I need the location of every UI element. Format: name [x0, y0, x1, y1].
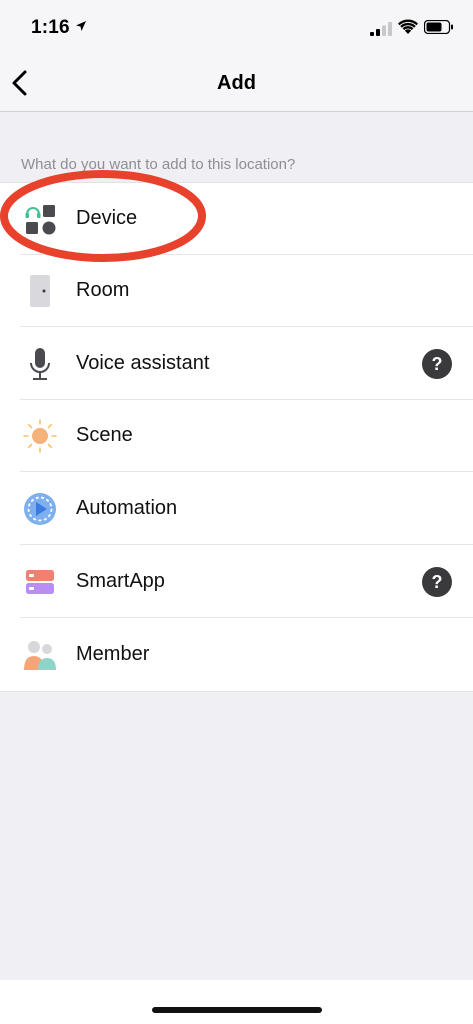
wifi-icon [398, 19, 418, 34]
list-item-label: Room [76, 279, 130, 301]
device-icon [25, 205, 56, 235]
list-item-label: Member [76, 643, 150, 665]
automation-play-icon [24, 493, 56, 525]
divider [20, 544, 473, 545]
list-item-automation[interactable]: Automation [0, 473, 473, 545]
status-time: 1:16 [31, 17, 70, 38]
list-item-label: Scene [76, 424, 133, 446]
smartapp-icon [26, 570, 54, 594]
list-item-label: SmartApp [76, 570, 165, 592]
battery-icon [424, 20, 453, 34]
help-icon[interactable]: ? [422, 349, 452, 379]
help-icon[interactable]: ? [422, 567, 452, 597]
members-icon [24, 641, 56, 670]
microphone-icon [30, 348, 50, 380]
location-arrow-icon [76, 21, 86, 31]
list-item-smartapp[interactable]: SmartApp ? [0, 546, 473, 618]
room-door-icon [30, 275, 50, 307]
page-title: Add [217, 72, 256, 94]
add-options-list: Device Room Voice assistant ? Scene Auto… [0, 182, 473, 692]
list-item-label: Device [76, 207, 138, 229]
divider [20, 326, 473, 327]
list-item-member[interactable]: Member [0, 619, 473, 691]
divider [20, 471, 473, 472]
section-header: What do you want to add to this location… [21, 156, 296, 173]
svg-text:?: ? [432, 354, 443, 374]
list-item-device[interactable]: Device [0, 183, 473, 255]
sun-icon [23, 419, 57, 453]
home-indicator[interactable] [152, 1007, 322, 1013]
list-item-room[interactable]: Room [0, 255, 473, 327]
list-item-label: Automation [76, 497, 178, 519]
divider [20, 617, 473, 618]
list-item-voice-assistant[interactable]: Voice assistant ? [0, 328, 473, 400]
list-item-label: Voice assistant [76, 352, 210, 374]
cellular-signal-icon [370, 22, 392, 36]
status-bar: 1:16 [0, 0, 473, 56]
navigation-bar: Add [0, 56, 473, 112]
bottom-safe-area [0, 980, 473, 1024]
list-item-scene[interactable]: Scene [0, 400, 473, 472]
svg-text:?: ? [432, 572, 443, 592]
